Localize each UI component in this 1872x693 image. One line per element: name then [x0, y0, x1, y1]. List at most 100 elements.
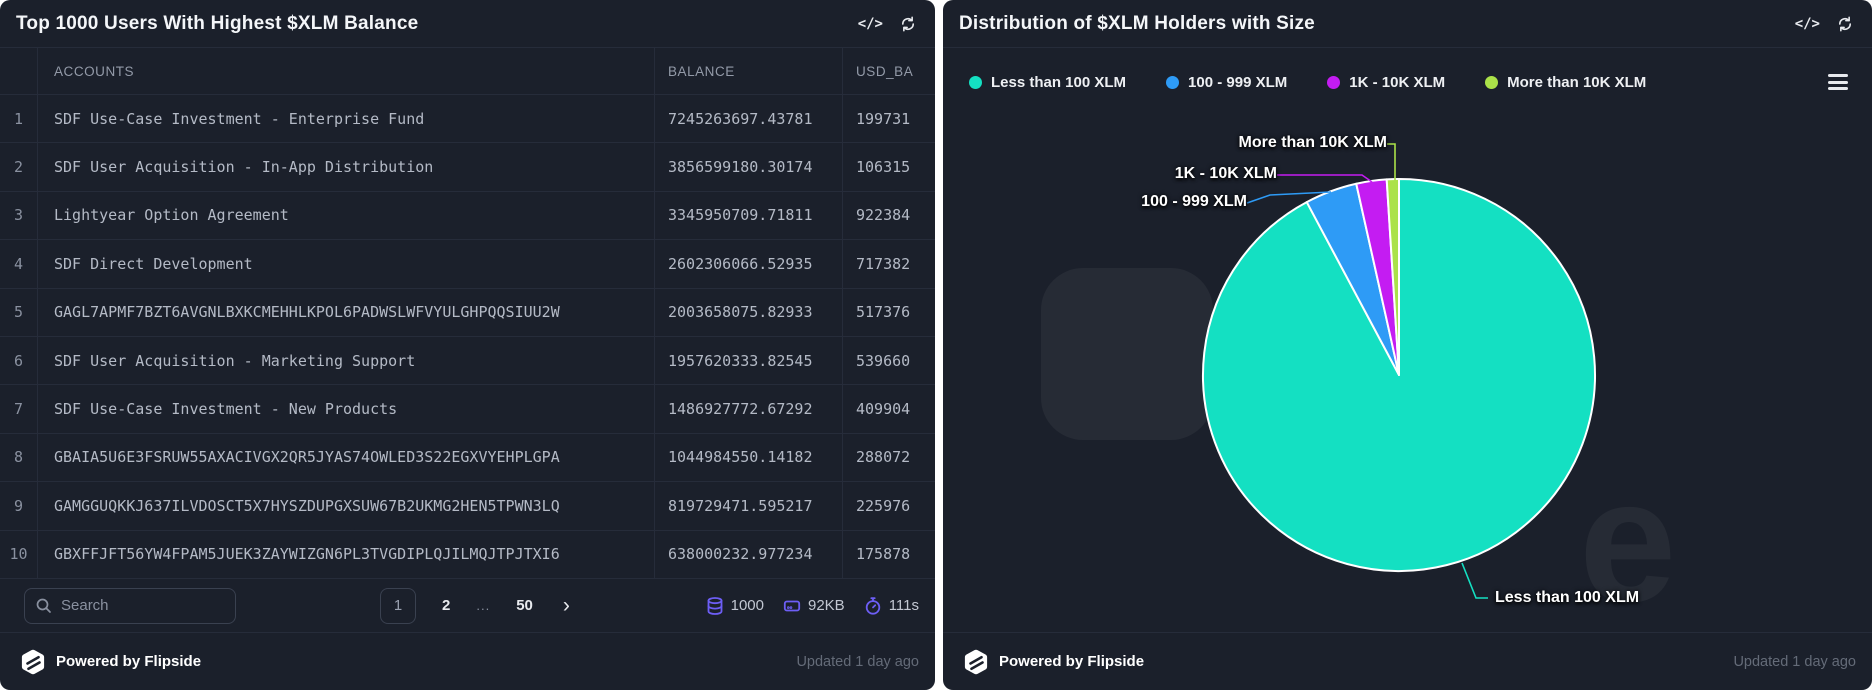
account-cell: GAGL7APMF7BZT6AVGNLBXKCMEHHLKPOL6PADWSLW…: [38, 289, 655, 336]
pagination: 1 2 ... 50 ›: [380, 588, 574, 624]
page-button-1[interactable]: 1: [380, 588, 416, 624]
usd-balance-cell: 409904: [843, 385, 935, 432]
table-row: 4SDF Direct Development2602306066.529357…: [0, 239, 935, 287]
powered-by-flipside[interactable]: Powered by Flipside: [20, 649, 201, 675]
table-panel-header: Top 1000 Users With Highest $XLM Balance…: [0, 0, 935, 48]
callout-label-100-999: 100 - 999 XLM: [1141, 193, 1247, 211]
row-index: 1: [0, 95, 38, 142]
legend-item-1k-10k[interactable]: 1K - 10K XLM: [1327, 74, 1445, 91]
page-button-last[interactable]: 50: [516, 597, 533, 614]
page-button-2[interactable]: 2: [442, 597, 450, 614]
table-row: 7SDF Use-Case Investment - New Products1…: [0, 384, 935, 432]
balance-cell: 3856599180.30174: [655, 143, 843, 190]
account-cell: GBXFFJFT56YW4FPAM5JUEK3ZAYWIZGN6PL3TVGDI…: [38, 531, 655, 578]
table-panel: Top 1000 Users With Highest $XLM Balance…: [0, 0, 935, 690]
row-index: 2: [0, 143, 38, 190]
legend-item-more-than-10k[interactable]: More than 10K XLM: [1485, 74, 1646, 91]
query-stats: 1000 92KB 111s: [705, 596, 919, 616]
row-count-stat: 1000: [705, 596, 764, 616]
updated-timestamp: Updated 1 day ago: [796, 654, 919, 670]
legend-label: More than 10K XLM: [1507, 74, 1646, 91]
legend-dot: [969, 76, 982, 89]
balance-cell: 2003658075.82933: [655, 289, 843, 336]
balance-cell: 1044984550.14182: [655, 434, 843, 481]
usd-balance-cell: 288072: [843, 434, 935, 481]
account-cell: GBAIA5U6E3FSRUW55AXACIVGX2QR5JYAS74OWLED…: [38, 434, 655, 481]
table-row: 9GAMGGUQKKJ637ILVDOSCT5X7HYSZDUPGXSUW67B…: [0, 481, 935, 529]
column-header-accounts[interactable]: ACCOUNTS: [38, 48, 655, 94]
usd-balance-cell: 922384: [843, 192, 935, 239]
table-row: 10GBXFFJFT56YW4FPAM5JUEK3ZAYWIZGN6PL3TVG…: [0, 530, 935, 578]
embed-code-icon[interactable]: </>: [1795, 16, 1820, 32]
table-panel-footer: Powered by Flipside Updated 1 day ago: [0, 632, 935, 690]
table-row: 6SDF User Acquisition - Marketing Suppor…: [0, 336, 935, 384]
legend-label: 1K - 10K XLM: [1349, 74, 1445, 91]
account-cell: Lightyear Option Agreement: [38, 192, 655, 239]
balance-cell: 1486927772.67292: [655, 385, 843, 432]
chart-legend: Less than 100 XLM 100 - 999 XLM 1K - 10K…: [943, 48, 1872, 110]
chart-panel-title: Distribution of $XLM Holders with Size: [959, 13, 1315, 35]
balance-cell: 1957620333.82545: [655, 337, 843, 384]
table-row: 5GAGL7APMF7BZT6AVGNLBXKCMEHHLKPOL6PADWSL…: [0, 288, 935, 336]
powered-by-label: Powered by Flipside: [56, 653, 201, 670]
legend-item-100-999[interactable]: 100 - 999 XLM: [1166, 74, 1287, 91]
row-index: 4: [0, 240, 38, 287]
legend-dot: [1327, 76, 1340, 89]
data-size-value: 92KB: [808, 597, 845, 614]
embed-code-icon[interactable]: </>: [858, 16, 883, 32]
table-panel-title: Top 1000 Users With Highest $XLM Balance: [16, 13, 418, 35]
callout-label-less-than-100: Less than 100 XLM: [1495, 589, 1639, 607]
column-header-index: [0, 48, 38, 94]
query-time-stat: 111s: [863, 596, 919, 616]
table-row: 1SDF Use-Case Investment - Enterprise Fu…: [0, 94, 935, 142]
flipside-logo: [20, 649, 46, 675]
legend-item-less-than-100[interactable]: Less than 100 XLM: [969, 74, 1126, 91]
database-icon: [705, 596, 725, 616]
refresh-icon[interactable]: [899, 15, 917, 33]
balance-cell: 3345950709.71811: [655, 192, 843, 239]
powered-by-flipside[interactable]: Powered by Flipside: [963, 649, 1144, 675]
table-row: 2SDF User Acquisition - In-App Distribut…: [0, 142, 935, 190]
query-time-value: 111s: [889, 597, 919, 614]
powered-by-label: Powered by Flipside: [999, 653, 1144, 670]
table-header-row: ACCOUNTS BALANCE USD_BA: [0, 48, 935, 94]
callout-line: [1277, 175, 1372, 182]
row-index: 5: [0, 289, 38, 336]
row-index: 8: [0, 434, 38, 481]
column-header-usd-balance[interactable]: USD_BA: [843, 48, 935, 94]
balance-cell: 7245263697.43781: [655, 95, 843, 142]
chart-menu-icon[interactable]: [1824, 70, 1852, 94]
legend-label: 100 - 999 XLM: [1188, 74, 1287, 91]
column-header-balance[interactable]: BALANCE: [655, 48, 843, 94]
results-table: ACCOUNTS BALANCE USD_BA 1SDF Use-Case In…: [0, 48, 935, 578]
account-cell: SDF User Acquisition - In-App Distributi…: [38, 143, 655, 190]
refresh-icon[interactable]: [1836, 15, 1854, 33]
row-index: 6: [0, 337, 38, 384]
usd-balance-cell: 539660: [843, 337, 935, 384]
search-icon: [35, 597, 52, 614]
account-cell: SDF Use-Case Investment - New Products: [38, 385, 655, 432]
chart-panel-footer: Powered by Flipside Updated 1 day ago: [943, 632, 1872, 690]
callout-label-more-than-10k: More than 10K XLM: [1239, 134, 1387, 152]
search-box[interactable]: [24, 588, 236, 624]
balance-cell: 2602306066.52935: [655, 240, 843, 287]
callout-line: [1462, 563, 1488, 598]
chart-panel: Distribution of $XLM Holders with Size <…: [943, 0, 1872, 690]
usd-balance-cell: 717382: [843, 240, 935, 287]
row-index: 7: [0, 385, 38, 432]
row-index: 3: [0, 192, 38, 239]
flipside-logo: [963, 649, 989, 675]
storage-icon: [782, 596, 802, 616]
table-row: 3Lightyear Option Agreement3345950709.71…: [0, 191, 935, 239]
account-cell: GAMGGUQKKJ637ILVDOSCT5X7HYSZDUPGXSUW67B2…: [38, 482, 655, 529]
next-page-chevron-icon[interactable]: ›: [559, 595, 574, 616]
row-index: 10: [0, 531, 38, 578]
search-input[interactable]: [61, 597, 211, 614]
row-index: 9: [0, 482, 38, 529]
table-controls: 1 2 ... 50 › 1000 92KB 111s: [0, 578, 935, 632]
callout-label-1k-10k: 1K - 10K XLM: [1175, 165, 1277, 183]
table-row: 8GBAIA5U6E3FSRUW55AXACIVGX2QR5JYAS74OWLE…: [0, 433, 935, 481]
balance-cell: 819729471.595217: [655, 482, 843, 529]
account-cell: SDF Direct Development: [38, 240, 655, 287]
usd-balance-cell: 225976: [843, 482, 935, 529]
